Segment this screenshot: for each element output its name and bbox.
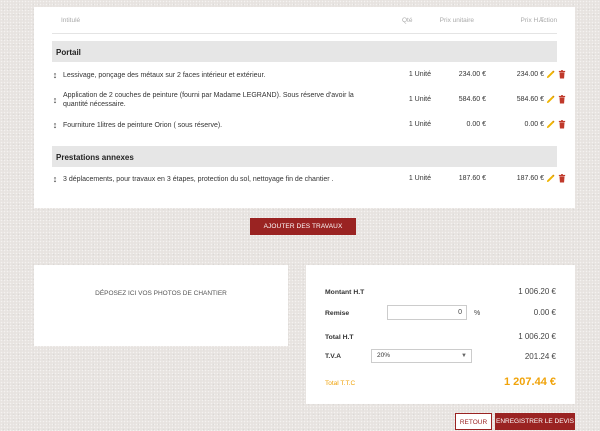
total-ht-label: Total H.T	[325, 334, 354, 341]
delete-trash-icon[interactable]	[558, 70, 566, 79]
edit-pencil-icon[interactable]	[546, 174, 555, 183]
delete-trash-icon[interactable]	[558, 120, 566, 129]
remise-label: Remise	[325, 310, 350, 317]
header-qte: Qté	[402, 17, 413, 24]
row-unit-price: 0.00 €	[466, 121, 486, 128]
edit-pencil-icon[interactable]	[546, 120, 555, 129]
tva-selected-value: 20%	[377, 352, 391, 359]
header-prix-ht: Prix H.T	[520, 17, 544, 24]
retour-button[interactable]: RETOUR	[455, 413, 492, 430]
total-ht-value: 1 006.20 €	[518, 332, 556, 341]
row-total: 584.60 €	[516, 96, 544, 103]
drag-handle-icon[interactable]: ↕	[52, 120, 58, 130]
tva-label: T.V.A	[325, 353, 341, 360]
row-description: Lessivage, ponçage des métaux sur 2 face…	[63, 72, 266, 79]
total-ttc-value: 1 207.44 €	[504, 376, 556, 388]
drag-handle-icon[interactable]: ↕	[52, 174, 58, 184]
delete-trash-icon[interactable]	[558, 174, 566, 183]
add-works-button[interactable]: AJOUTER DES TRAVAUX	[250, 218, 356, 235]
row-total: 234.00 €	[516, 71, 544, 78]
tva-select[interactable]: 20% ▼	[371, 349, 472, 363]
totals-panel: Montant H.T 1 006.20 € Remise 0 % 0.00 €…	[306, 265, 575, 404]
total-ttc-label: Total T.T.C	[325, 380, 356, 387]
delete-trash-icon[interactable]	[558, 95, 566, 104]
row-total: 0.00 €	[524, 121, 544, 128]
section-title: Prestations annexes	[56, 153, 134, 162]
row-description: Application de 2 couches de peinture (fo…	[63, 92, 354, 108]
remise-input[interactable]: 0	[387, 305, 467, 320]
row-description: 3 déplacements, pour travaux en 3 étapes…	[63, 176, 334, 183]
photo-dropzone[interactable]: DÉPOSEZ ICI VOS PHOTOS DE CHANTIER	[34, 265, 288, 346]
items-table: Intitulé Qté Prix unitaire Prix H.T Acti…	[34, 7, 575, 208]
row-quantity: 1 Unité	[408, 71, 431, 78]
section-header-portail: Portail	[52, 41, 557, 62]
row-quantity: 1 Unité	[408, 121, 431, 128]
dropzone-text: DÉPOSEZ ICI VOS PHOTOS DE CHANTIER	[95, 290, 227, 297]
header-intitule: Intitulé	[61, 17, 81, 24]
chevron-down-icon: ▼	[461, 353, 467, 359]
row-total: 187.60 €	[516, 175, 544, 182]
tva-amount: 201.24 €	[524, 352, 556, 361]
row-unit-price: 234.00 €	[458, 71, 486, 78]
remise-percent-sign: %	[474, 310, 481, 317]
section-header-prestations-annexes: Prestations annexes	[52, 146, 557, 167]
row-quantity: 1 Unité	[408, 96, 431, 103]
drag-handle-icon[interactable]: ↕	[52, 95, 58, 105]
montant-ht-value: 1 006.20 €	[518, 287, 556, 296]
row-description: Fourniture 1litres de peinture Orion ( s…	[63, 122, 223, 129]
header-divider	[52, 33, 557, 34]
section-title: Portail	[56, 48, 81, 57]
edit-pencil-icon[interactable]	[546, 70, 555, 79]
row-quantity: 1 Unité	[408, 175, 431, 182]
row-unit-price: 187.60 €	[458, 175, 486, 182]
header-prix-unitaire: Prix unitaire	[439, 17, 474, 24]
header-action: Action	[539, 17, 558, 24]
save-quote-button[interactable]: ENREGISTRER LE DEVIS	[495, 413, 575, 430]
edit-pencil-icon[interactable]	[546, 95, 555, 104]
drag-handle-icon[interactable]: ↕	[52, 70, 58, 80]
montant-ht-label: Montant H.T	[325, 289, 365, 296]
row-unit-price: 584.60 €	[458, 96, 486, 103]
remise-amount: 0.00 €	[533, 308, 556, 317]
